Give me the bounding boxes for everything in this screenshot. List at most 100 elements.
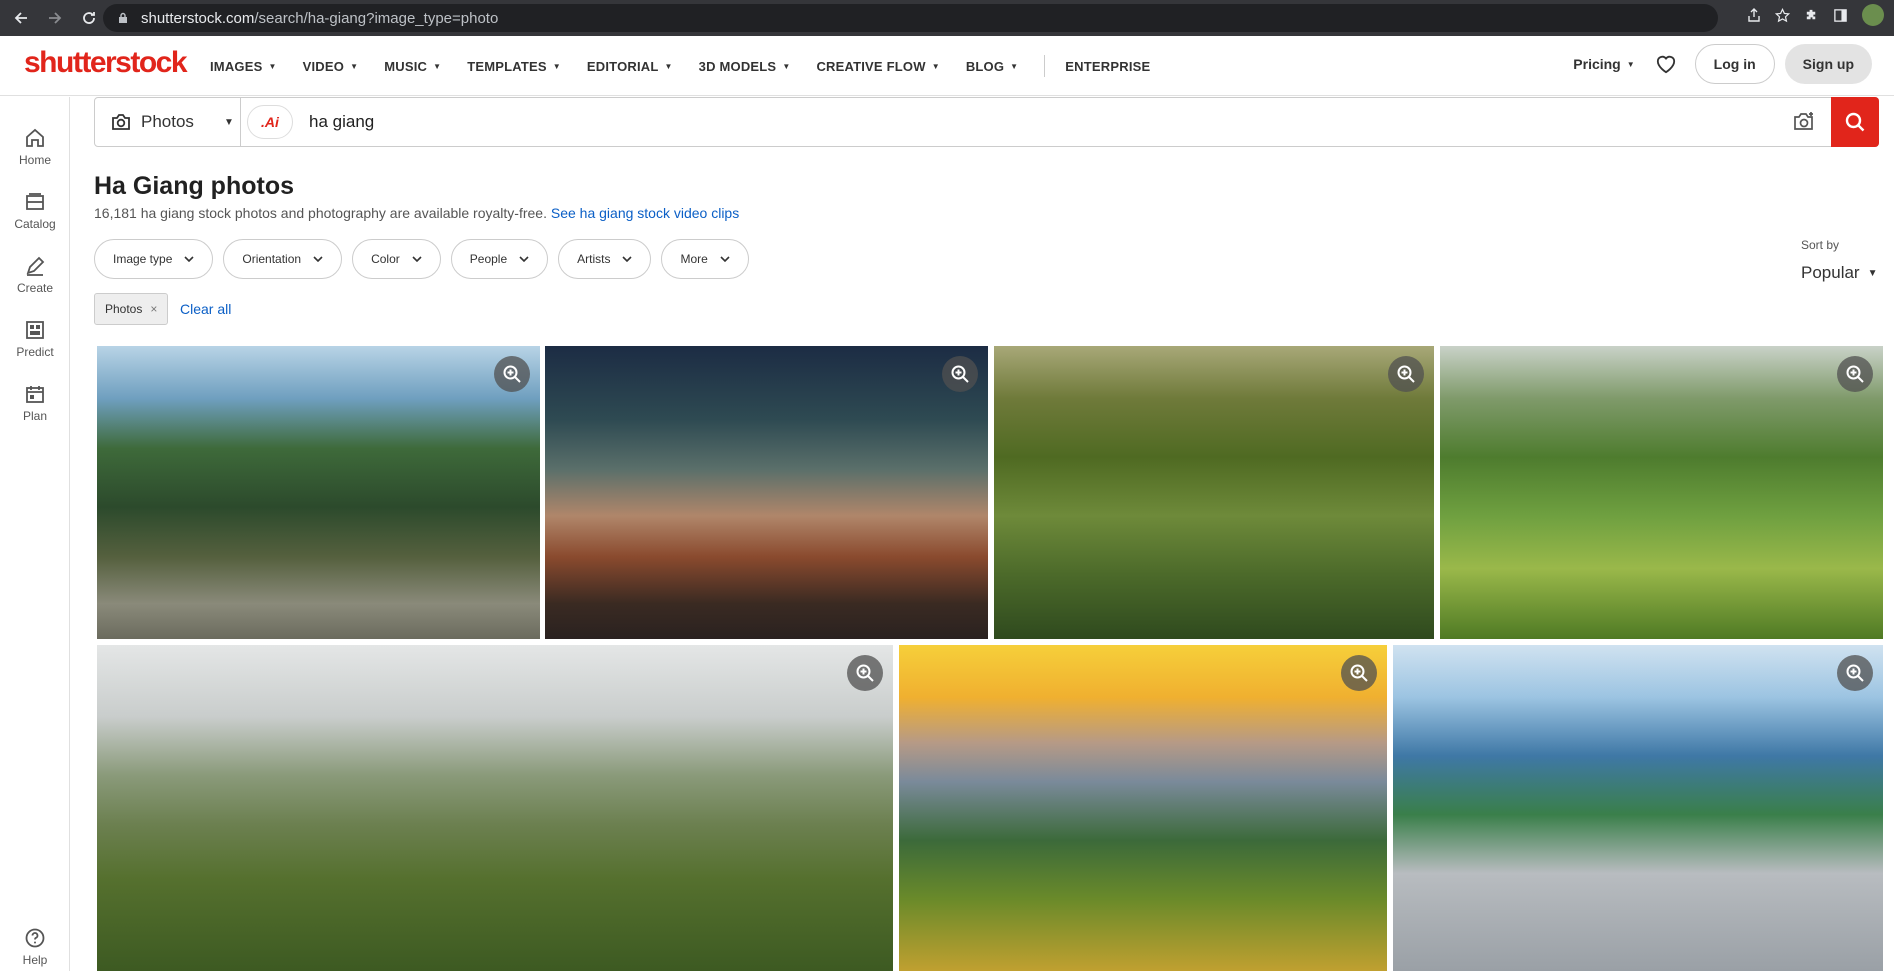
search-bar: Photos ▼ .Ai bbox=[94, 97, 1879, 147]
filter-more[interactable]: More bbox=[661, 239, 749, 279]
media-type-select[interactable]: Photos ▼ bbox=[95, 98, 241, 146]
shutterstock-logo[interactable]: shutterstock bbox=[24, 46, 188, 80]
browser-actions bbox=[1747, 4, 1884, 26]
results-summary: 16,181 ha giang stock photos and photogr… bbox=[94, 205, 739, 221]
filter-orientation[interactable]: Orientation bbox=[223, 239, 343, 279]
zoom-in-icon bbox=[1397, 365, 1415, 383]
zoom-button[interactable] bbox=[942, 356, 978, 392]
back-button[interactable] bbox=[8, 5, 34, 31]
sort-select[interactable]: Popular ▼ bbox=[1801, 263, 1878, 283]
reload-button[interactable] bbox=[76, 5, 102, 31]
nav-blog[interactable]: BLOG ▼ bbox=[966, 59, 1018, 74]
filter-color[interactable]: Color bbox=[352, 239, 441, 279]
nav-enterprise[interactable]: ENTERPRISE bbox=[1065, 59, 1150, 74]
sidebar-label: Predict bbox=[16, 345, 54, 359]
filter-bar: Image type Orientation Color People Arti… bbox=[94, 239, 759, 279]
zoom-button[interactable] bbox=[1341, 655, 1377, 691]
sidebar-item-predict[interactable]: Predict bbox=[0, 319, 70, 359]
ai-search-toggle[interactable]: .Ai bbox=[247, 105, 293, 139]
photo-result[interactable] bbox=[97, 346, 540, 639]
nav-editorial[interactable]: EDITORIAL ▼ bbox=[587, 59, 673, 74]
signup-button[interactable]: Sign up bbox=[1784, 44, 1872, 84]
sort-label: Sort by bbox=[1801, 238, 1840, 252]
star-icon[interactable] bbox=[1775, 7, 1790, 23]
chevron-down-icon bbox=[519, 256, 529, 262]
photo-result[interactable] bbox=[97, 645, 893, 971]
chevron-down-icon bbox=[313, 256, 323, 262]
sidebar-label: Home bbox=[18, 153, 51, 167]
left-sidebar: Home Catalog Create Predict Plan Help bbox=[0, 97, 70, 971]
chevron-down-icon bbox=[622, 256, 633, 262]
zoom-button[interactable] bbox=[847, 655, 883, 691]
extensions-icon[interactable] bbox=[1804, 8, 1819, 23]
lock-icon bbox=[119, 12, 127, 23]
profile-avatar[interactable] bbox=[1862, 4, 1884, 26]
photo-result[interactable] bbox=[1440, 346, 1883, 639]
zoom-in-icon bbox=[1350, 664, 1368, 682]
nav-divider bbox=[1044, 55, 1046, 77]
page-title: Ha Giang photos bbox=[94, 172, 294, 200]
filter-image-type[interactable]: Image type bbox=[94, 239, 214, 279]
nav-music[interactable]: MUSIC ▼ bbox=[384, 59, 441, 74]
forward-button[interactable] bbox=[42, 5, 68, 31]
side-panel-icon[interactable] bbox=[1833, 8, 1848, 23]
chevron-down-icon: ▼ bbox=[664, 61, 673, 71]
catalog-icon bbox=[26, 193, 44, 210]
search-input[interactable] bbox=[309, 112, 1689, 132]
nav-3d-models[interactable]: 3D MODELS ▼ bbox=[699, 59, 791, 74]
close-icon[interactable]: × bbox=[150, 302, 157, 316]
sidebar-item-help[interactable]: Help bbox=[0, 927, 70, 967]
sidebar-item-plan[interactable]: Plan bbox=[0, 383, 70, 423]
share-icon[interactable] bbox=[1747, 8, 1761, 22]
video-clips-link[interactable]: See ha giang stock video clips bbox=[551, 205, 739, 221]
search-icon bbox=[1845, 112, 1865, 132]
photo-result[interactable] bbox=[1393, 645, 1883, 971]
login-button[interactable]: Log in bbox=[1694, 44, 1775, 84]
predict-icon bbox=[26, 321, 44, 339]
arrow-left-icon bbox=[14, 12, 27, 24]
camera-icon bbox=[112, 114, 130, 130]
pencil-icon bbox=[26, 256, 45, 276]
zoom-button[interactable] bbox=[1837, 655, 1873, 691]
sidebar-label: Create bbox=[16, 281, 54, 295]
help-icon bbox=[25, 928, 45, 948]
nav-video[interactable]: VIDEO ▼ bbox=[303, 59, 359, 74]
heart-icon[interactable] bbox=[1655, 54, 1677, 74]
filter-people[interactable]: People bbox=[450, 239, 549, 279]
chevron-down-icon bbox=[184, 256, 194, 262]
zoom-in-icon bbox=[856, 664, 874, 682]
site-header: shutterstock IMAGES ▼ VIDEO ▼ MUSIC ▼ TEMPL… bbox=[0, 36, 1894, 96]
home-icon bbox=[26, 128, 44, 147]
zoom-button[interactable] bbox=[1388, 356, 1424, 392]
sidebar-item-catalog[interactable]: Catalog bbox=[0, 191, 70, 231]
nav-templates[interactable]: TEMPLATES ▼ bbox=[467, 59, 561, 74]
nav-images[interactable]: IMAGES ▼ bbox=[210, 59, 277, 74]
clear-all-link[interactable]: Clear all bbox=[180, 301, 231, 317]
nav-creative-flow[interactable]: CREATIVE FLOW ▼ bbox=[816, 59, 939, 74]
active-filter-chip[interactable]: Photos × bbox=[94, 293, 169, 325]
chevron-down-icon bbox=[720, 256, 730, 262]
photo-result[interactable] bbox=[899, 645, 1387, 971]
chevron-down-icon bbox=[412, 256, 422, 262]
results-count-text: 16,181 ha giang stock photos and photogr… bbox=[94, 205, 547, 221]
sidebar-item-create[interactable]: Create bbox=[0, 255, 70, 295]
filter-artists[interactable]: Artists bbox=[558, 239, 652, 279]
main-nav: IMAGES ▼ VIDEO ▼ MUSIC ▼ TEMPLATES ▼ EDITORI… bbox=[210, 36, 1176, 96]
zoom-button[interactable] bbox=[494, 356, 530, 392]
chevron-down-icon: ▼ bbox=[350, 61, 359, 71]
zoom-button[interactable] bbox=[1837, 356, 1873, 392]
pricing-menu[interactable]: Pricing ▼ bbox=[1573, 56, 1634, 72]
chevron-down-icon: ▼ bbox=[268, 61, 277, 71]
caret-down-icon: ▼ bbox=[1867, 267, 1878, 279]
photo-result[interactable] bbox=[545, 346, 988, 639]
search-button[interactable] bbox=[1831, 97, 1879, 147]
sidebar-item-home[interactable]: Home bbox=[0, 127, 70, 167]
image-search-icon[interactable] bbox=[1792, 110, 1816, 134]
browser-toolbar: shutterstock.com/search/ha-giang?image_t… bbox=[0, 0, 1894, 36]
zoom-in-icon bbox=[1846, 365, 1864, 383]
address-bar[interactable]: shutterstock.com/search/ha-giang?image_t… bbox=[103, 4, 1718, 32]
chevron-down-icon: ▼ bbox=[1010, 61, 1019, 71]
url-text: shutterstock.com/search/ha-giang?image_t… bbox=[141, 9, 499, 27]
calendar-icon bbox=[26, 386, 44, 403]
photo-result[interactable] bbox=[994, 346, 1434, 639]
